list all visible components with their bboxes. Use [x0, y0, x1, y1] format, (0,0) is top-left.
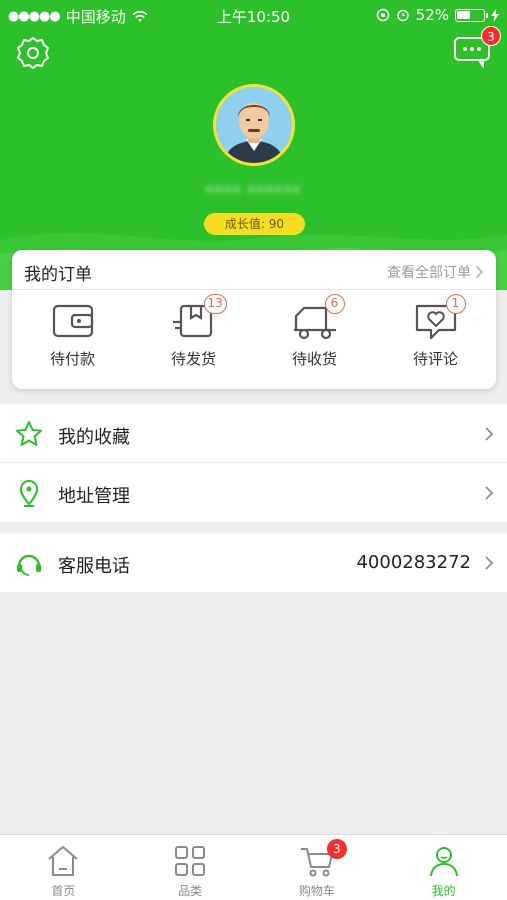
order-pending-payment[interactable]: 待付款 [12, 290, 133, 389]
menu-label: 我的收藏 [58, 427, 130, 448]
menu-label: 地址管理 [58, 486, 130, 507]
messages-button[interactable]: 3 [453, 26, 501, 70]
orders-title: 我的订单 [24, 265, 92, 285]
order-pending-review[interactable]: 1 待评论 [375, 290, 496, 389]
view-all-orders-link[interactable]: 查看全部订单 [387, 262, 484, 282]
orientation-lock-icon [376, 8, 389, 22]
order-count-badge: 1 [445, 294, 466, 314]
growth-value-badge[interactable]: 成长值: 90 [204, 213, 305, 235]
tab-category[interactable]: 品类 [127, 835, 254, 900]
avatar[interactable] [213, 84, 295, 166]
profile-header: ●●●●● 中国移动 上午10:50 52% 3 **** ****** 成长值… [0, 0, 507, 290]
tab-cart[interactable]: 3 购物车 [254, 835, 381, 900]
location-pin-icon [19, 480, 39, 507]
home-icon [48, 846, 79, 876]
order-status-row: 待付款 13 待发货 6 待收货 1 待评论 [12, 290, 496, 389]
username-text: **** ****** [205, 182, 302, 201]
battery-percent: 52% [415, 6, 449, 24]
tab-label: 品类 [178, 884, 203, 898]
alarm-icon [396, 9, 409, 22]
user-icon [429, 847, 458, 877]
tab-home[interactable]: 首页 [0, 835, 127, 900]
bottom-tab-bar: 首页 品类 3 购物车 我的 [0, 834, 507, 900]
menu-group-primary: 我的收藏 地址管理 [0, 404, 507, 522]
chevron-right-icon [485, 427, 494, 441]
order-item-label: 待付款 [49, 350, 95, 368]
my-orders-card: 我的订单 查看全部订单 待付款 13 待发货 6 待收货 1 待评论 [12, 250, 496, 389]
orders-header: 我的订单 查看全部订单 [12, 250, 496, 290]
order-item-label: 待发货 [170, 350, 216, 368]
menu-favorites[interactable]: 我的收藏 [0, 404, 507, 463]
cart-count-badge: 3 [326, 839, 347, 859]
chevron-right-icon [485, 486, 494, 500]
message-count-badge: 3 [481, 26, 501, 46]
menu-group-service: 客服电话 4000283272 [0, 533, 507, 592]
tab-label: 我的 [431, 884, 456, 898]
status-bar: ●●●●● 中国移动 上午10:50 52% [0, 0, 507, 30]
chevron-right-icon [475, 265, 484, 279]
order-count-badge: 13 [203, 294, 227, 314]
order-pending-receipt[interactable]: 6 待收货 [254, 290, 375, 389]
battery-icon [455, 8, 488, 22]
order-item-label: 待收货 [291, 350, 337, 368]
username: **** ****** [0, 182, 507, 201]
tab-label: 首页 [51, 884, 76, 898]
tab-mine[interactable]: 我的 [380, 835, 507, 900]
star-icon [16, 421, 42, 446]
charging-icon [491, 8, 499, 22]
order-pending-shipment[interactable]: 13 待发货 [133, 290, 254, 389]
tab-label: 购物车 [298, 884, 335, 898]
headset-icon [17, 554, 41, 576]
menu-address[interactable]: 地址管理 [0, 463, 507, 522]
order-count-badge: 6 [324, 294, 345, 314]
view-all-orders-label: 查看全部订单 [387, 265, 471, 281]
category-grid-icon [175, 846, 206, 876]
menu-customer-service[interactable]: 客服电话 4000283272 [0, 533, 507, 592]
settings-gear-icon[interactable] [14, 34, 52, 72]
menu-label: 客服电话 [58, 556, 130, 577]
order-item-label: 待评论 [412, 350, 458, 368]
chevron-right-icon [485, 556, 494, 570]
wallet-icon [52, 304, 93, 338]
service-phone-number: 4000283272 [356, 552, 471, 573]
